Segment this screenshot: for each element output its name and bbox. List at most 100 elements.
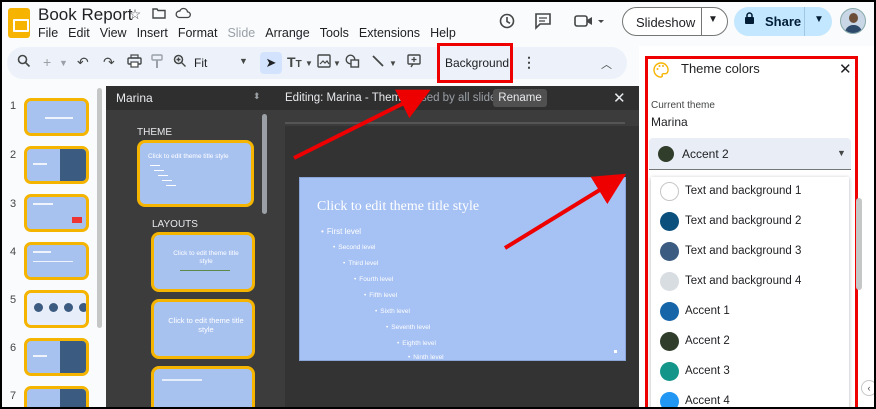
zoom-select[interactable]: Fit bbox=[194, 56, 207, 70]
editor-title-tail: (used by all slides) bbox=[410, 92, 506, 104]
color-option[interactable]: Text and background 2 bbox=[651, 207, 849, 237]
version-history-icon[interactable] bbox=[498, 12, 516, 35]
paint-format-icon[interactable] bbox=[151, 54, 163, 72]
menu-format[interactable]: Format bbox=[178, 26, 218, 40]
menu-arrange[interactable]: Arrange bbox=[265, 26, 309, 40]
color-option-label: Text and background 4 bbox=[685, 275, 802, 287]
menu-extensions[interactable]: Extensions bbox=[359, 26, 420, 40]
slide-thumbnail[interactable] bbox=[24, 242, 89, 280]
menu-help[interactable]: Help bbox=[430, 26, 456, 40]
text-box-icon[interactable]: TT bbox=[287, 54, 302, 70]
color-swatch bbox=[660, 362, 679, 381]
slide-title-placeholder[interactable]: Click to edit theme title style bbox=[317, 199, 479, 215]
menu-insert[interactable]: Insert bbox=[137, 26, 168, 40]
slide-number: 7 bbox=[10, 390, 17, 402]
cloud-status-icon[interactable] bbox=[174, 6, 192, 24]
layout-thumbnail[interactable] bbox=[151, 366, 255, 407]
document-title[interactable]: Book Report bbox=[38, 5, 133, 25]
dropdown-arrow-icon: ▼ bbox=[837, 148, 846, 158]
layout-thumbnail[interactable]: Click to edit theme title style bbox=[151, 299, 255, 359]
panel-scrollbar[interactable] bbox=[856, 198, 862, 290]
slide-thumbnail[interactable] bbox=[24, 290, 89, 328]
zoom-icon[interactable] bbox=[173, 54, 187, 71]
editor-title-text: Editing: Marina - Theme bbox=[285, 92, 408, 104]
color-option[interactable]: Text and background 4 bbox=[651, 267, 849, 297]
layout-thumbnail[interactable]: Click to edit theme title style bbox=[151, 232, 255, 292]
editor-title: Editing: Marina - Theme (used by all sli… bbox=[285, 92, 506, 104]
chevron-up-icon[interactable]: ︿ bbox=[601, 56, 612, 72]
redo-icon[interactable]: ↷ bbox=[103, 54, 115, 71]
chevron-down-icon[interactable]: ▼ bbox=[333, 59, 341, 68]
comments-icon[interactable] bbox=[534, 12, 552, 35]
background-button[interactable]: Background bbox=[437, 43, 513, 83]
move-folder-icon[interactable] bbox=[150, 6, 168, 24]
menu-view[interactable]: View bbox=[100, 26, 127, 40]
bullet-level-1[interactable]: First level bbox=[321, 227, 361, 236]
sort-arrows-icon[interactable]: ⬍ bbox=[253, 91, 261, 102]
avatar[interactable] bbox=[840, 8, 866, 34]
meet-camera-icon[interactable] bbox=[574, 12, 604, 35]
color-option-label: Accent 4 bbox=[685, 395, 730, 407]
color-swatch bbox=[660, 332, 679, 351]
close-icon[interactable]: ✕ bbox=[613, 89, 626, 107]
bullet-level-2[interactable]: Second level bbox=[333, 244, 375, 251]
chevron-down-icon[interactable]: ▼ bbox=[305, 59, 313, 68]
chevron-down-icon[interactable]: ▼ bbox=[708, 14, 718, 25]
color-option[interactable]: Accent 4 bbox=[651, 387, 849, 407]
color-swatch bbox=[660, 212, 679, 231]
master-slide[interactable]: Click to edit theme title style First le… bbox=[299, 177, 626, 361]
slide-thumbnail[interactable] bbox=[24, 338, 89, 376]
theme-section-label: THEME bbox=[137, 127, 172, 138]
select-cursor-icon[interactable]: ➤ bbox=[260, 52, 282, 74]
slide-number: 6 bbox=[10, 342, 17, 354]
chevron-left-icon[interactable]: ‹ bbox=[861, 380, 874, 396]
search-menus-icon[interactable] bbox=[17, 54, 31, 71]
master-scrollbar[interactable] bbox=[262, 114, 267, 214]
theme-color-select[interactable]: Accent 2 ▼ bbox=[649, 138, 851, 170]
chevron-down-icon[interactable]: ▼ bbox=[389, 59, 397, 68]
bullet-level-8[interactable]: Eighth level bbox=[397, 340, 436, 347]
color-option[interactable]: Text and background 3 bbox=[651, 237, 849, 267]
insert-image-icon[interactable] bbox=[317, 54, 331, 71]
filmstrip-scrollbar[interactable] bbox=[97, 88, 102, 328]
undo-icon[interactable]: ↶ bbox=[77, 54, 89, 71]
share-button[interactable]: Share ▼ bbox=[734, 7, 832, 36]
color-option[interactable]: Accent 2 bbox=[651, 327, 849, 357]
more-options-icon[interactable]: ⋮ bbox=[522, 54, 536, 71]
slide-thumbnail[interactable] bbox=[24, 194, 89, 232]
slides-logo-icon[interactable] bbox=[8, 8, 30, 38]
color-option-label: Text and background 3 bbox=[685, 245, 802, 257]
chevron-down-icon[interactable]: ▼ bbox=[814, 14, 824, 25]
line-icon[interactable] bbox=[371, 54, 385, 71]
theme-master-thumbnail[interactable]: Click to edit theme title style bbox=[137, 140, 254, 207]
palette-icon bbox=[653, 62, 669, 82]
menu-file[interactable]: File bbox=[38, 26, 58, 40]
print-icon[interactable] bbox=[127, 54, 142, 71]
menu-tools[interactable]: Tools bbox=[320, 26, 349, 40]
bullet-level-6[interactable]: Sixth level bbox=[375, 308, 410, 315]
chevron-down-icon[interactable]: ▼ bbox=[59, 58, 68, 68]
rename-button[interactable]: Rename bbox=[493, 89, 547, 107]
bullet-level-7[interactable]: Seventh level bbox=[386, 324, 430, 331]
color-option[interactable]: Accent 3 bbox=[651, 357, 849, 387]
close-icon[interactable]: ✕ bbox=[839, 60, 852, 78]
slide-thumbnail[interactable] bbox=[24, 146, 89, 184]
color-option[interactable]: Accent 1 bbox=[651, 297, 849, 327]
chevron-down-icon[interactable]: ▼ bbox=[239, 56, 248, 66]
slide-thumbnail[interactable] bbox=[24, 98, 89, 136]
insert-comment-icon[interactable] bbox=[407, 54, 421, 71]
bullet-level-9[interactable]: Ninth level bbox=[408, 354, 443, 360]
color-option[interactable]: Text and background 1 bbox=[651, 177, 849, 207]
star-icon[interactable]: ☆ bbox=[126, 6, 144, 24]
shape-icon[interactable] bbox=[345, 54, 360, 71]
color-option-label: Accent 3 bbox=[685, 365, 730, 377]
bullet-level-3[interactable]: Third level bbox=[343, 260, 378, 267]
background-label: Background bbox=[445, 56, 510, 70]
new-slide-icon[interactable]: + bbox=[43, 54, 51, 70]
menu-edit[interactable]: Edit bbox=[68, 26, 90, 40]
slide-filmstrip: 1 2 3 4 5 6 7 bbox=[2, 86, 106, 407]
bullet-level-4[interactable]: Fourth level bbox=[354, 276, 393, 283]
slide-thumbnail[interactable] bbox=[24, 386, 89, 407]
bullet-level-5[interactable]: Fifth level bbox=[364, 292, 397, 299]
slideshow-button[interactable]: Slideshow ▼ bbox=[622, 7, 728, 36]
